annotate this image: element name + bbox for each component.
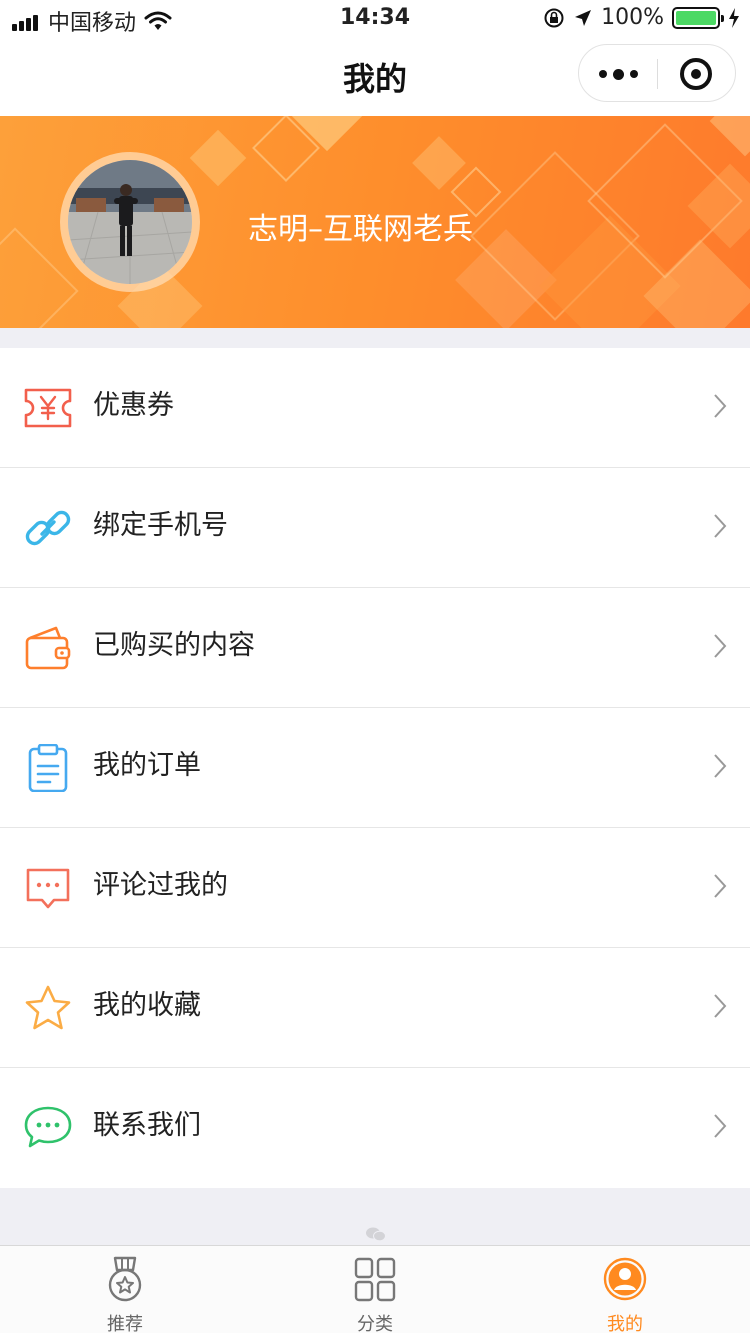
close-icon [680, 58, 712, 90]
chevron-right-icon [714, 394, 727, 418]
chevron-right-icon [714, 514, 727, 538]
link-icon [25, 510, 71, 546]
chevron-right-icon [714, 1114, 727, 1138]
menu-list: 优惠券 绑定手机号 已购买的内容 我的订单 评论过我的 我的收藏 联系我们 [0, 348, 750, 1188]
wallet-icon [25, 626, 71, 670]
close-button[interactable] [657, 45, 735, 103]
tab-bar: 推荐 分类 我的 [0, 1245, 750, 1333]
user-icon [603, 1257, 647, 1301]
comment-icon [26, 868, 70, 909]
charging-icon [729, 7, 739, 28]
menu-item-favorites[interactable]: 我的收藏 [0, 948, 750, 1068]
battery-percent: 100% [601, 5, 664, 30]
username: 志明–互联网老兵 [248, 212, 473, 247]
chevron-right-icon [714, 874, 727, 898]
profile-banner: 志明–互联网老兵 [0, 116, 750, 328]
battery-icon [672, 6, 724, 29]
status-right: 100% [543, 5, 740, 30]
menu-item-label: 优惠券 [93, 390, 174, 421]
mini-program-capsule [578, 44, 736, 102]
tab-mine[interactable]: 我的 [500, 1246, 750, 1333]
chevron-right-icon [714, 634, 727, 658]
chevron-right-icon [714, 754, 727, 778]
more-button[interactable] [579, 45, 657, 103]
nav-bar: 我的 [0, 38, 750, 116]
menu-item-contact[interactable]: 联系我们 [0, 1068, 750, 1188]
wechat-logo-icon [366, 1227, 386, 1242]
menu-item-label: 我的收藏 [93, 990, 201, 1021]
grid-icon [354, 1257, 396, 1302]
tab-label: 分类 [357, 1314, 393, 1333]
star-icon [25, 985, 71, 1030]
rotation-lock-icon [544, 8, 564, 27]
tab-label: 我的 [607, 1314, 643, 1333]
tab-label: 推荐 [107, 1314, 143, 1333]
tab-recommend[interactable]: 推荐 [0, 1246, 250, 1333]
menu-item-purchased[interactable]: 已购买的内容 [0, 588, 750, 708]
avatar[interactable] [68, 160, 192, 284]
medal-icon [108, 1256, 142, 1302]
clipboard-icon [28, 744, 68, 792]
menu-item-label: 联系我们 [93, 1110, 201, 1141]
menu-item-coupon[interactable]: 优惠券 [0, 348, 750, 468]
menu-item-comments[interactable]: 评论过我的 [0, 828, 750, 948]
status-bar: 中国移动 14:34 100% [0, 0, 750, 38]
chevron-right-icon [714, 994, 727, 1018]
menu-item-label: 已购买的内容 [93, 630, 255, 661]
menu-item-orders[interactable]: 我的订单 [0, 708, 750, 828]
location-icon [575, 9, 592, 26]
menu-item-label: 我的订单 [93, 750, 201, 781]
chat-icon [24, 1106, 72, 1148]
menu-item-label: 评论过我的 [93, 870, 228, 901]
menu-item-bind-phone[interactable]: 绑定手机号 [0, 468, 750, 588]
menu-item-label: 绑定手机号 [93, 510, 228, 541]
coupon-icon [24, 388, 72, 428]
tab-category[interactable]: 分类 [250, 1246, 500, 1333]
